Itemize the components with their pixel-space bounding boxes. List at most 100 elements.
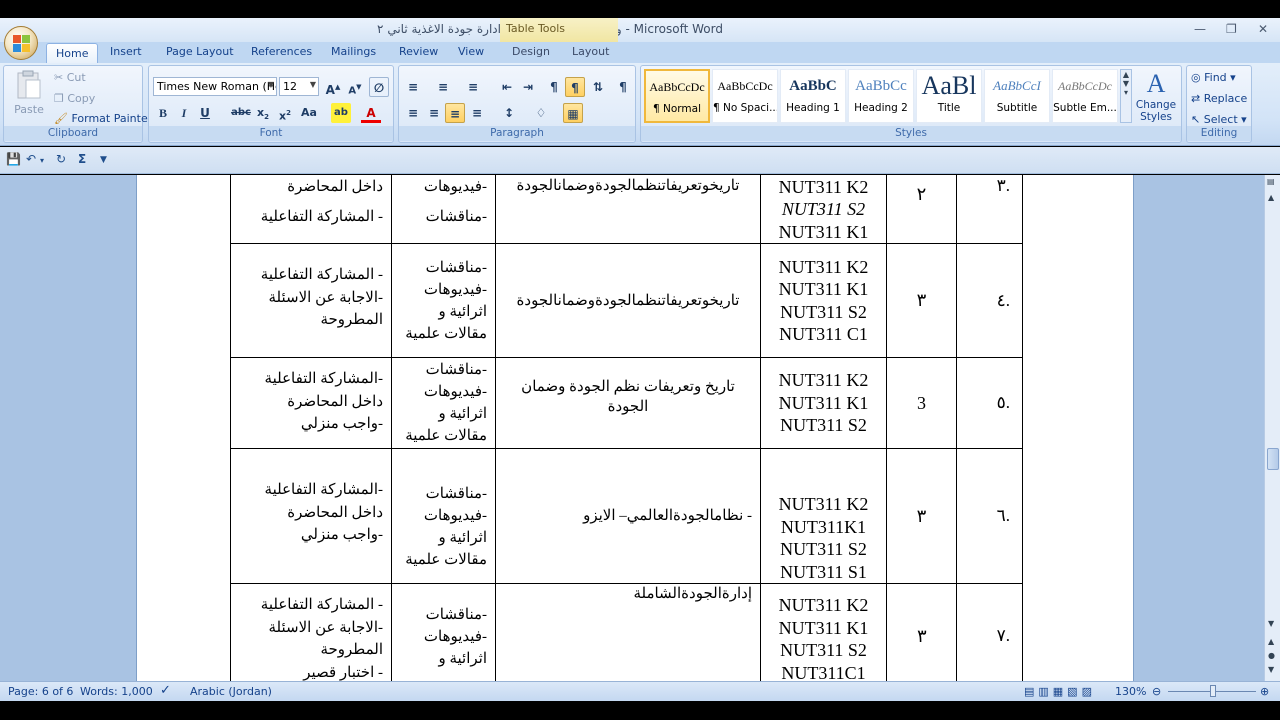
language-indicator[interactable]: Arabic (Jordan) <box>190 685 272 698</box>
format-painter-button[interactable]: 🖌 Format Painter <box>54 112 152 125</box>
scroll-up-icon[interactable]: ▲ <box>1268 193 1274 202</box>
minimize-icon[interactable]: — <box>1194 22 1206 36</box>
zoom-slider-thumb[interactable] <box>1210 685 1216 697</box>
style-subtitle[interactable]: AaBbCcI Subtitle <box>984 69 1050 123</box>
font-name-combo[interactable]: Times New Roman (Hea ▼ <box>153 77 277 96</box>
style-heading-1[interactable]: AaBbC Heading 1 <box>780 69 846 123</box>
shrink-font-icon[interactable]: A▼ <box>345 77 365 97</box>
proofing-icon[interactable]: ✓ <box>160 683 171 698</box>
strikethrough-icon[interactable]: abc <box>231 103 251 123</box>
undo-dropdown-icon[interactable]: ▾ <box>40 156 44 165</box>
bold-icon[interactable]: B <box>153 103 173 123</box>
tab-design[interactable]: Design <box>512 45 550 58</box>
change-styles-label: Change Styles <box>1135 99 1177 123</box>
multilevel-list-icon[interactable]: ≡ <box>463 77 483 97</box>
tab-references[interactable]: References <box>251 45 312 58</box>
ltr-icon[interactable]: ¶ <box>544 77 564 97</box>
page-indicator[interactable]: Page: 6 of 6 <box>8 685 73 698</box>
view-buttons[interactable]: ▤▥▦▧▨ <box>1024 685 1096 698</box>
tab-insert[interactable]: Insert <box>110 45 142 58</box>
style-subtle-emphasis[interactable]: AaBbCcDc Subtle Em... <box>1052 69 1118 123</box>
ruler-toggle-icon[interactable]: ▤ <box>1267 177 1275 186</box>
copy-button[interactable]: ❐ Copy <box>54 92 95 105</box>
style-normal[interactable]: AaBbCcDc ¶ Normal <box>644 69 710 123</box>
style-no-spacing[interactable]: AaBbCcDc ¶ No Spaci... <box>712 69 778 123</box>
style-title[interactable]: AaBl Title <box>916 69 982 123</box>
sigma-icon[interactable]: Σ <box>78 152 86 166</box>
sort-icon[interactable]: ⇅ <box>588 77 608 97</box>
gallery-scroll[interactable]: ▲ ▼ ▾ <box>1120 69 1132 123</box>
codes-cell: NUT311 K2 NUT311K1 NUT311 S2 NUT311 S1 <box>760 448 887 584</box>
select-button[interactable]: ↖ Select ▾ <box>1191 113 1247 126</box>
superscript-icon[interactable]: x2 <box>275 103 295 123</box>
shading-icon[interactable]: ♢ <box>531 103 551 123</box>
tab-view[interactable]: View <box>458 45 484 58</box>
zoom-in-icon[interactable]: ⊕ <box>1260 685 1269 698</box>
tab-mailings[interactable]: Mailings <box>331 45 376 58</box>
chevron-down-icon: ▼ <box>267 80 274 89</box>
tab-layout[interactable]: Layout <box>572 45 609 58</box>
underline-icon[interactable]: U <box>195 103 215 123</box>
increase-indent-icon[interactable]: ⇥ <box>518 77 538 97</box>
font-size-combo[interactable]: 12 ▼ <box>279 77 319 96</box>
tab-review[interactable]: Review <box>399 45 438 58</box>
office-button[interactable] <box>4 26 38 60</box>
method-text: -مناقشات <box>425 486 487 502</box>
italic-icon[interactable]: I <box>174 103 194 123</box>
cut-button[interactable]: ✂ Cut <box>54 71 86 84</box>
subscript-icon[interactable]: x2 <box>253 103 273 123</box>
show-formatting-icon[interactable]: ¶ <box>613 77 633 97</box>
code-text: NUT311 S2 <box>780 539 867 559</box>
highlight-icon[interactable]: ab <box>331 103 351 123</box>
topic-cell: تاريخ وتعريفات نظم الجودة وضمان الجودة <box>495 357 761 449</box>
close-icon[interactable]: ✕ <box>1258 22 1268 36</box>
method-text: اثرائية و <box>438 530 487 546</box>
scrollbar-thumb[interactable] <box>1267 448 1279 470</box>
borders-icon[interactable]: ▦ <box>563 103 583 123</box>
align-left-icon[interactable]: ≡ <box>403 103 423 123</box>
change-styles-button[interactable]: A Change Styles <box>1134 69 1178 123</box>
undo-icon[interactable]: ↶ <box>26 152 36 166</box>
rtl-icon[interactable]: ¶ <box>565 77 585 97</box>
justify-icon[interactable]: ≡ <box>467 103 487 123</box>
table-row: .٧ ٣ NUT311 K2 NUT311 K1 NUT311 S2 NUT31… <box>230 583 1023 681</box>
find-button[interactable]: ◎ Find ▾ <box>1191 71 1236 84</box>
word-count[interactable]: Words: 1,000 <box>80 685 153 698</box>
align-center-icon[interactable]: ≡ <box>424 103 444 123</box>
document-page[interactable]: .٣ ٢ NUT311 K2 NUT311 S2 NUT311 K1 تاريخ… <box>136 175 1134 681</box>
topic-cell: تاريخوتعريفاتنظمالجودةوضمانالجودة <box>495 243 761 358</box>
vertical-scrollbar[interactable]: ▤ ▲ ▼ ▲ ● ▼ <box>1264 175 1280 681</box>
numbering-icon[interactable]: ≡ <box>433 77 453 97</box>
previous-page-icon[interactable]: ▲ <box>1268 637 1274 646</box>
scroll-down-icon[interactable]: ▼ <box>1268 619 1274 628</box>
paste-button[interactable]: Paste <box>10 70 48 126</box>
save-icon[interactable]: 💾 <box>6 152 21 166</box>
change-case-icon[interactable]: Aa <box>299 103 319 123</box>
grow-font-icon[interactable]: A▲ <box>323 77 343 97</box>
zoom-out-icon[interactable]: ⊖ <box>1152 685 1161 698</box>
style-heading-2[interactable]: AaBbCc Heading 2 <box>848 69 914 123</box>
line-spacing-icon[interactable]: ↕ <box>499 103 519 123</box>
week-cell: 3 <box>886 357 957 449</box>
methods-cell: -مناقشات -فيديوهات اثرائية و مقالات علمي… <box>391 243 496 358</box>
paste-label: Paste <box>14 103 44 116</box>
clear-formatting-icon[interactable]: ∅ <box>369 77 389 97</box>
font-color-icon[interactable]: A <box>361 103 381 123</box>
next-page-icon[interactable]: ▼ <box>1268 665 1274 674</box>
code-text: NUT311 S2 <box>780 301 867 322</box>
codes-cell: NUT311 K2 NUT311 K1 NUT311 S2 NUT311 C1 <box>760 243 887 358</box>
restore-icon[interactable]: ❐ <box>1226 22 1237 36</box>
customize-qat-icon[interactable]: ▼ <box>100 155 107 165</box>
assessment-text: المطروحة <box>320 312 383 328</box>
chevron-down-icon: ▼ <box>309 80 316 89</box>
zoom-level[interactable]: 130% <box>1115 685 1146 698</box>
bullets-icon[interactable]: ≡ <box>403 77 423 97</box>
replace-button[interactable]: ⇄ Replace <box>1191 92 1247 105</box>
align-right-icon[interactable]: ≡ <box>445 103 465 123</box>
row-number: .٧ <box>956 583 1023 681</box>
redo-icon[interactable]: ↻ <box>56 152 66 166</box>
select-browse-object-icon[interactable]: ● <box>1268 651 1275 660</box>
tab-home[interactable]: Home <box>46 43 99 63</box>
decrease-indent-icon[interactable]: ⇤ <box>497 77 517 97</box>
tab-page-layout[interactable]: Page Layout <box>166 45 234 58</box>
